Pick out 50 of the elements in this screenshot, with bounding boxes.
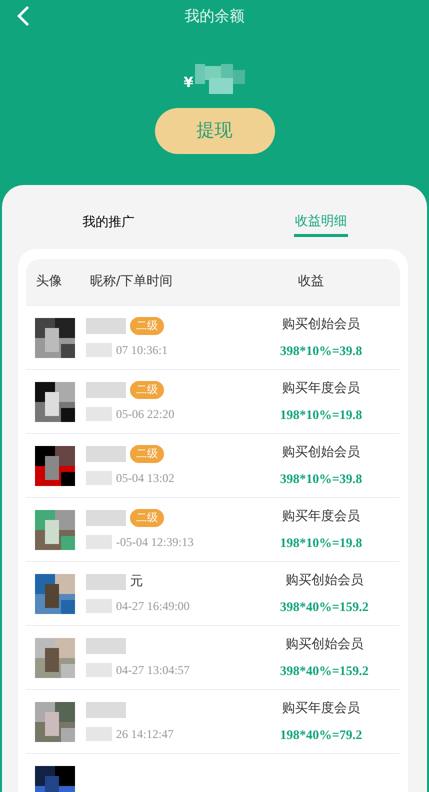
column-header: 头像 xyxy=(36,273,62,292)
income-formula: 398*40%=159.2 xyxy=(280,662,369,680)
income-title: 购买创始会员 xyxy=(282,316,360,334)
order-time: 07 10:36:1 xyxy=(116,342,168,358)
income-title: 购买年度会员 xyxy=(282,700,360,718)
redacted-date xyxy=(86,342,112,356)
redacted-date xyxy=(86,470,112,484)
redacted-name xyxy=(86,574,126,590)
order-time: 05-04 13:02 xyxy=(116,470,174,486)
redacted-name xyxy=(86,638,126,654)
income-title: 购买创始会员 xyxy=(285,636,364,654)
order-time: -05-04 12:39:13 xyxy=(116,534,194,550)
income-formula: 198*40%=79.2 xyxy=(280,726,362,744)
redacted-name xyxy=(86,446,126,462)
redacted-date xyxy=(86,662,112,676)
income-formula: 398*10%=39.8 xyxy=(280,470,362,488)
redacted-name xyxy=(86,510,126,526)
income-title: 购买创始会员 xyxy=(285,572,364,590)
income-formula: 198*10%=19.8 xyxy=(280,534,362,552)
redacted-date xyxy=(86,726,112,740)
withdraw-button[interactable]: 提现 xyxy=(154,108,274,154)
level-badge: 二级 xyxy=(130,380,164,398)
level-badge: 二级 xyxy=(130,444,164,462)
redacted-amount-icon xyxy=(195,64,246,94)
redacted-date xyxy=(86,598,112,612)
back-icon[interactable] xyxy=(15,5,31,27)
redacted-date xyxy=(86,406,112,420)
order-time: 04-27 13:04:57 xyxy=(116,662,190,678)
income-title: 购买年度会员 xyxy=(282,380,360,398)
income-title: 购买年度会员 xyxy=(282,508,360,526)
tab[interactable]: 我的推广 xyxy=(81,209,136,237)
income-formula: 398*10%=39.8 xyxy=(280,342,362,360)
page-title: 我的余额 xyxy=(184,6,244,27)
income-formula: 198*10%=19.8 xyxy=(280,406,362,424)
income-title: 购买创始会员 xyxy=(282,444,360,462)
currency-symbol: ¥ xyxy=(184,74,194,92)
level-badge: 二级 xyxy=(130,316,164,334)
redacted-name xyxy=(86,702,126,718)
order-time: 05-06 22:20 xyxy=(116,406,174,422)
column-header: 收益 xyxy=(298,273,324,292)
redacted-name xyxy=(86,382,126,398)
income-formula: 398*40%=159.2 xyxy=(280,598,369,616)
order-time: 26 14:12:47 xyxy=(116,726,174,742)
nickname: 元 xyxy=(130,572,143,591)
order-time: 04-27 16:49:00 xyxy=(116,598,190,614)
column-header: 昵称/下单时间 xyxy=(90,273,172,292)
redacted-date xyxy=(86,534,112,548)
tab[interactable]: 收益明细 xyxy=(294,209,348,237)
redacted-name xyxy=(86,318,126,334)
level-badge: 二级 xyxy=(130,508,164,526)
